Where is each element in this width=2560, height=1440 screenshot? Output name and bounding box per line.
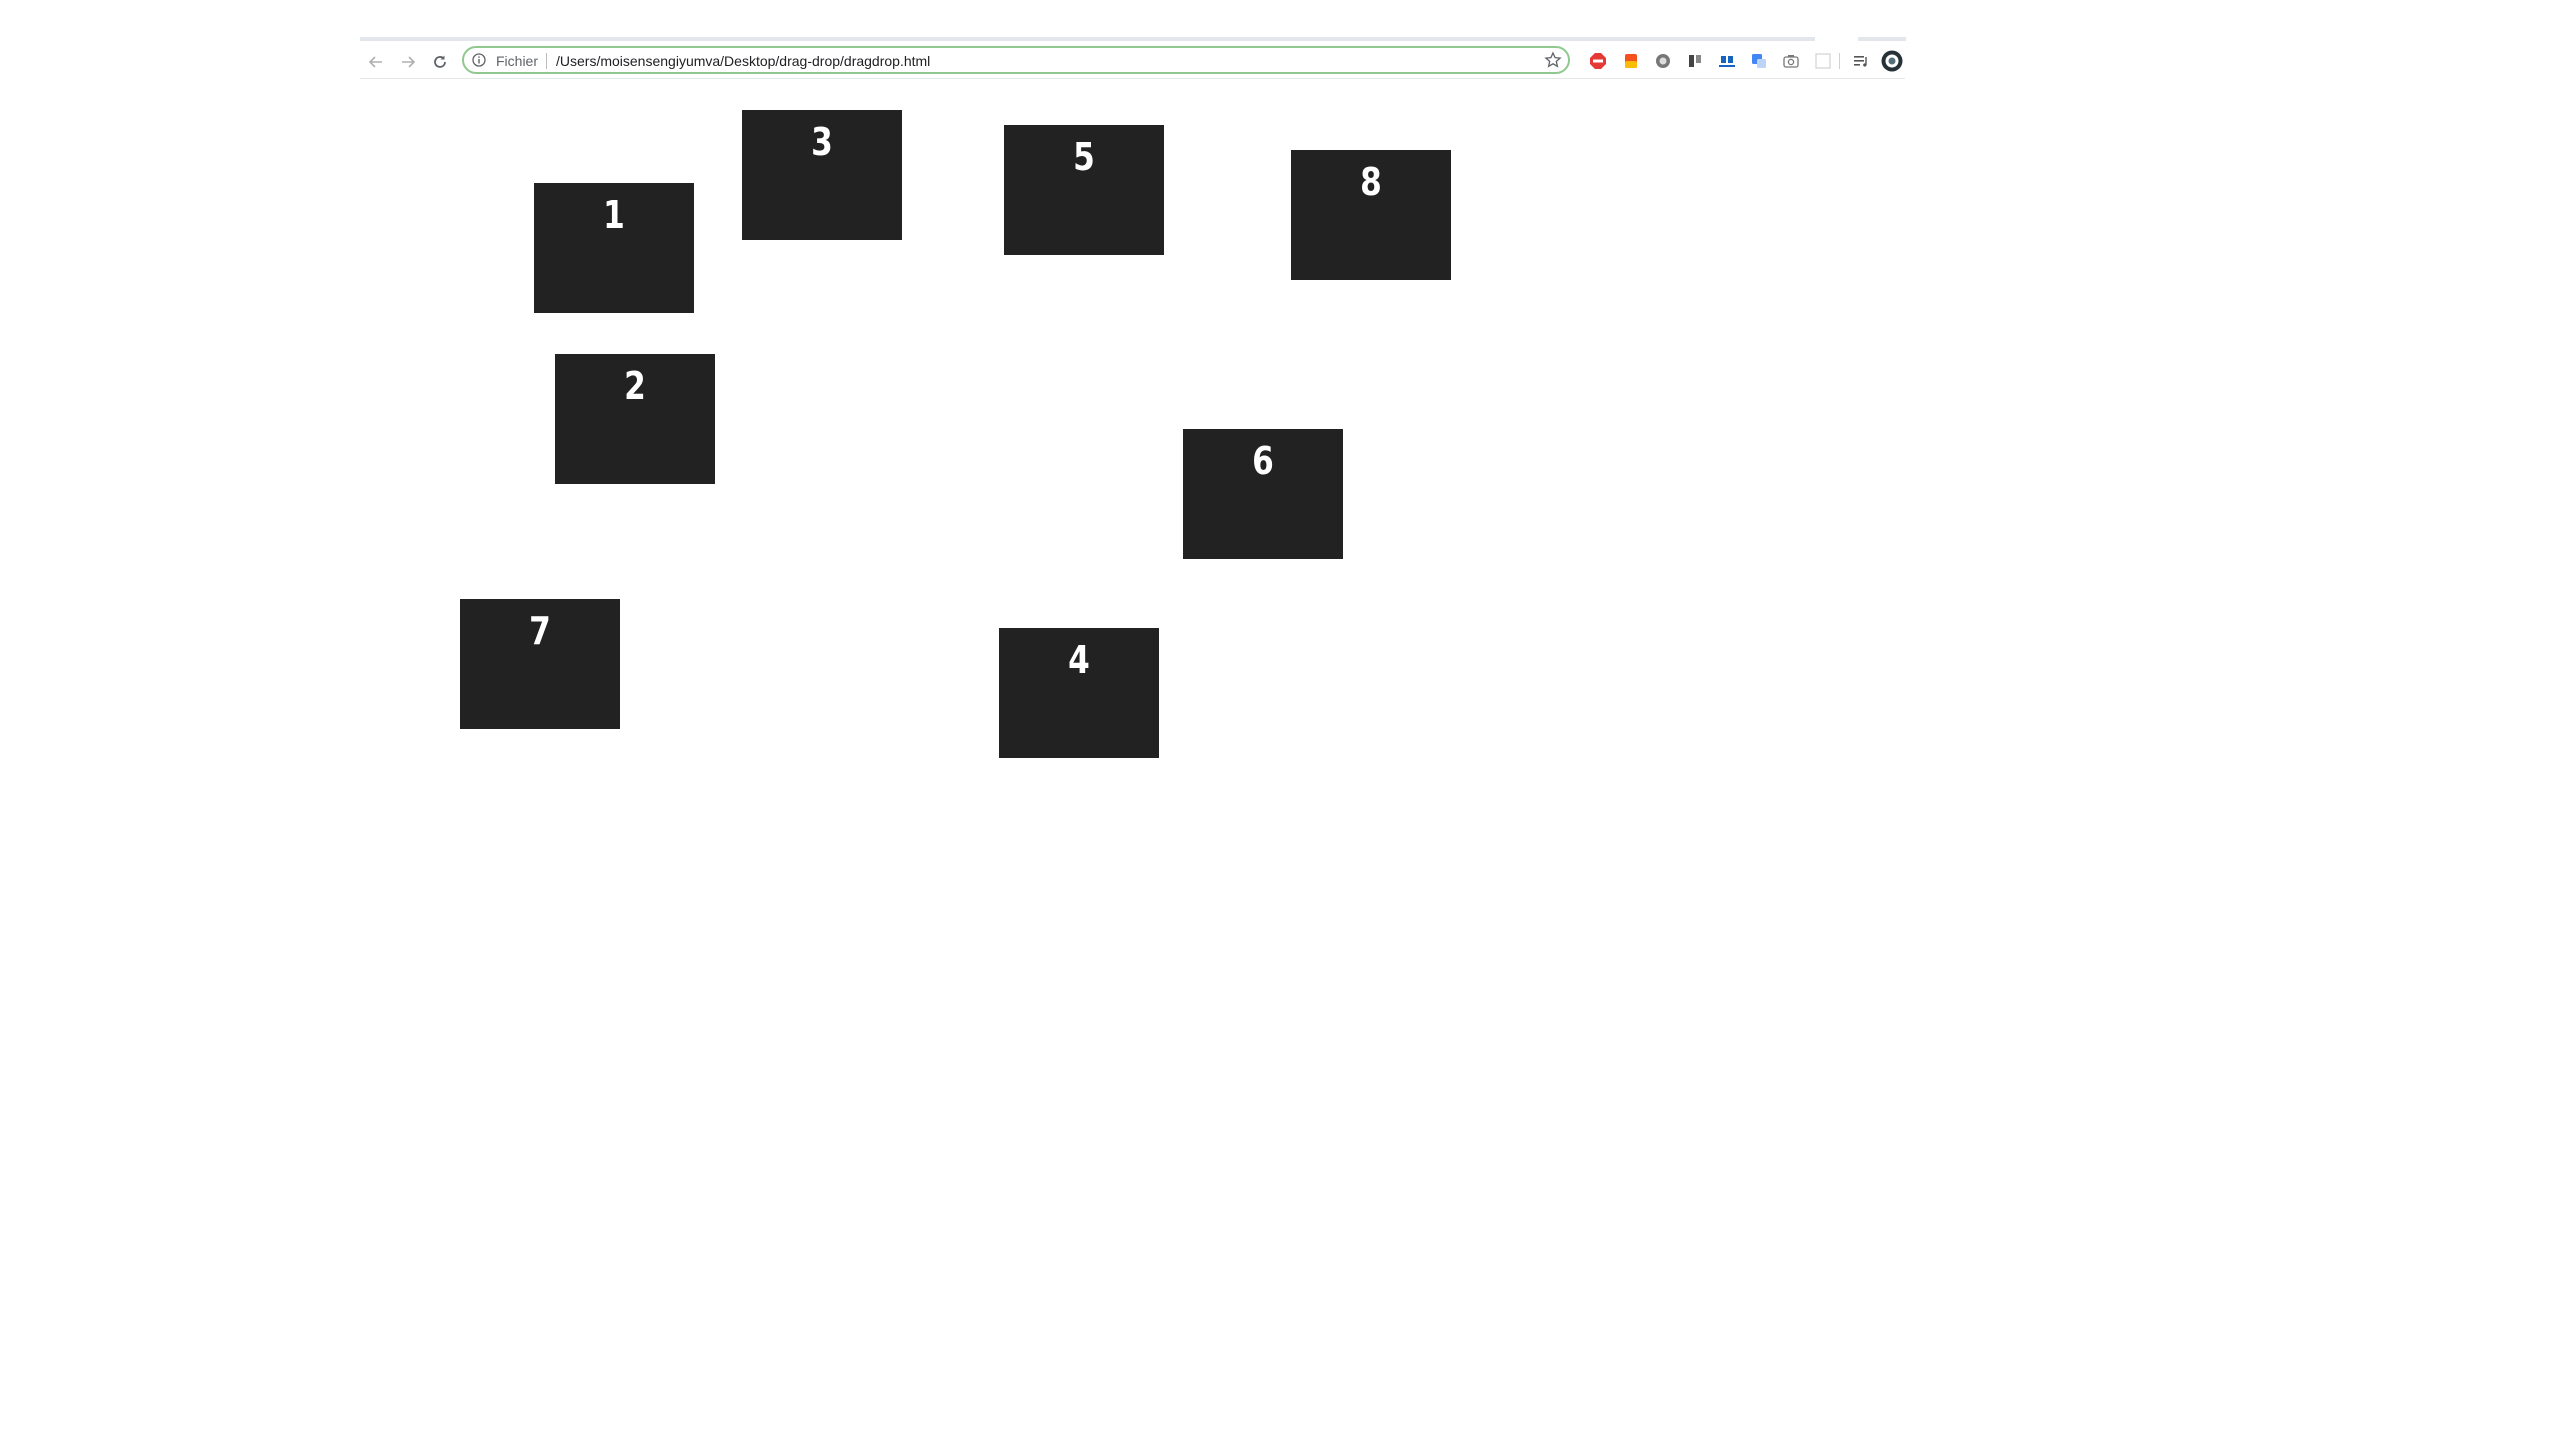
box-label: 5 [1073,135,1095,179]
extension-icon[interactable] [1654,52,1672,70]
box-label: 6 [1252,439,1274,483]
reload-button[interactable] [428,50,452,74]
draggable-box[interactable]: 1 [534,183,694,313]
arrow-right-icon [402,56,416,68]
tabstrip-edge-right [1858,37,1906,41]
draggable-box[interactable]: 4 [999,628,1159,758]
translate-icon[interactable] [1750,52,1768,70]
back-button[interactable] [364,50,388,74]
extension-icon[interactable] [1814,52,1832,70]
draggable-box[interactable]: 2 [555,354,715,484]
url-text[interactable]: /Users/moisensengiyumva/Desktop/drag-dro… [556,53,930,69]
draggable-box[interactable]: 7 [460,599,620,729]
scheme-label[interactable]: Fichier [496,53,538,69]
box-label: 1 [603,193,625,237]
draggable-box[interactable]: 8 [1291,150,1451,280]
box-label: 8 [1360,160,1382,204]
draggable-box[interactable]: 6 [1183,429,1343,559]
reload-icon [434,55,446,68]
toolbar-divider [1839,53,1840,69]
browser-toolbar: Fichier /Users/moisensengiyumva/Desktop/… [360,44,1905,79]
adblock-icon[interactable] [1589,52,1607,70]
camera-icon[interactable] [1782,52,1800,70]
info-icon[interactable] [472,53,486,67]
box-label: 7 [529,609,551,653]
address-bar[interactable]: Fichier /Users/moisensengiyumva/Desktop/… [462,46,1570,74]
profile-avatar-icon[interactable] [1881,50,1903,72]
box-label: 3 [811,120,833,164]
extension-icon[interactable] [1622,52,1640,70]
draggable-box[interactable]: 3 [742,110,902,240]
draggable-box[interactable]: 5 [1004,125,1164,255]
tabstrip-edge [360,37,1815,41]
arrow-left-icon [368,56,382,68]
extension-icon[interactable] [1718,52,1736,70]
playlist-icon[interactable] [1852,52,1870,70]
box-label: 4 [1068,638,1090,682]
omnibox-divider [546,53,547,69]
forward-button[interactable] [396,50,420,74]
extension-icon[interactable] [1686,52,1704,70]
box-label: 2 [624,364,646,408]
star-icon[interactable] [1544,51,1562,69]
